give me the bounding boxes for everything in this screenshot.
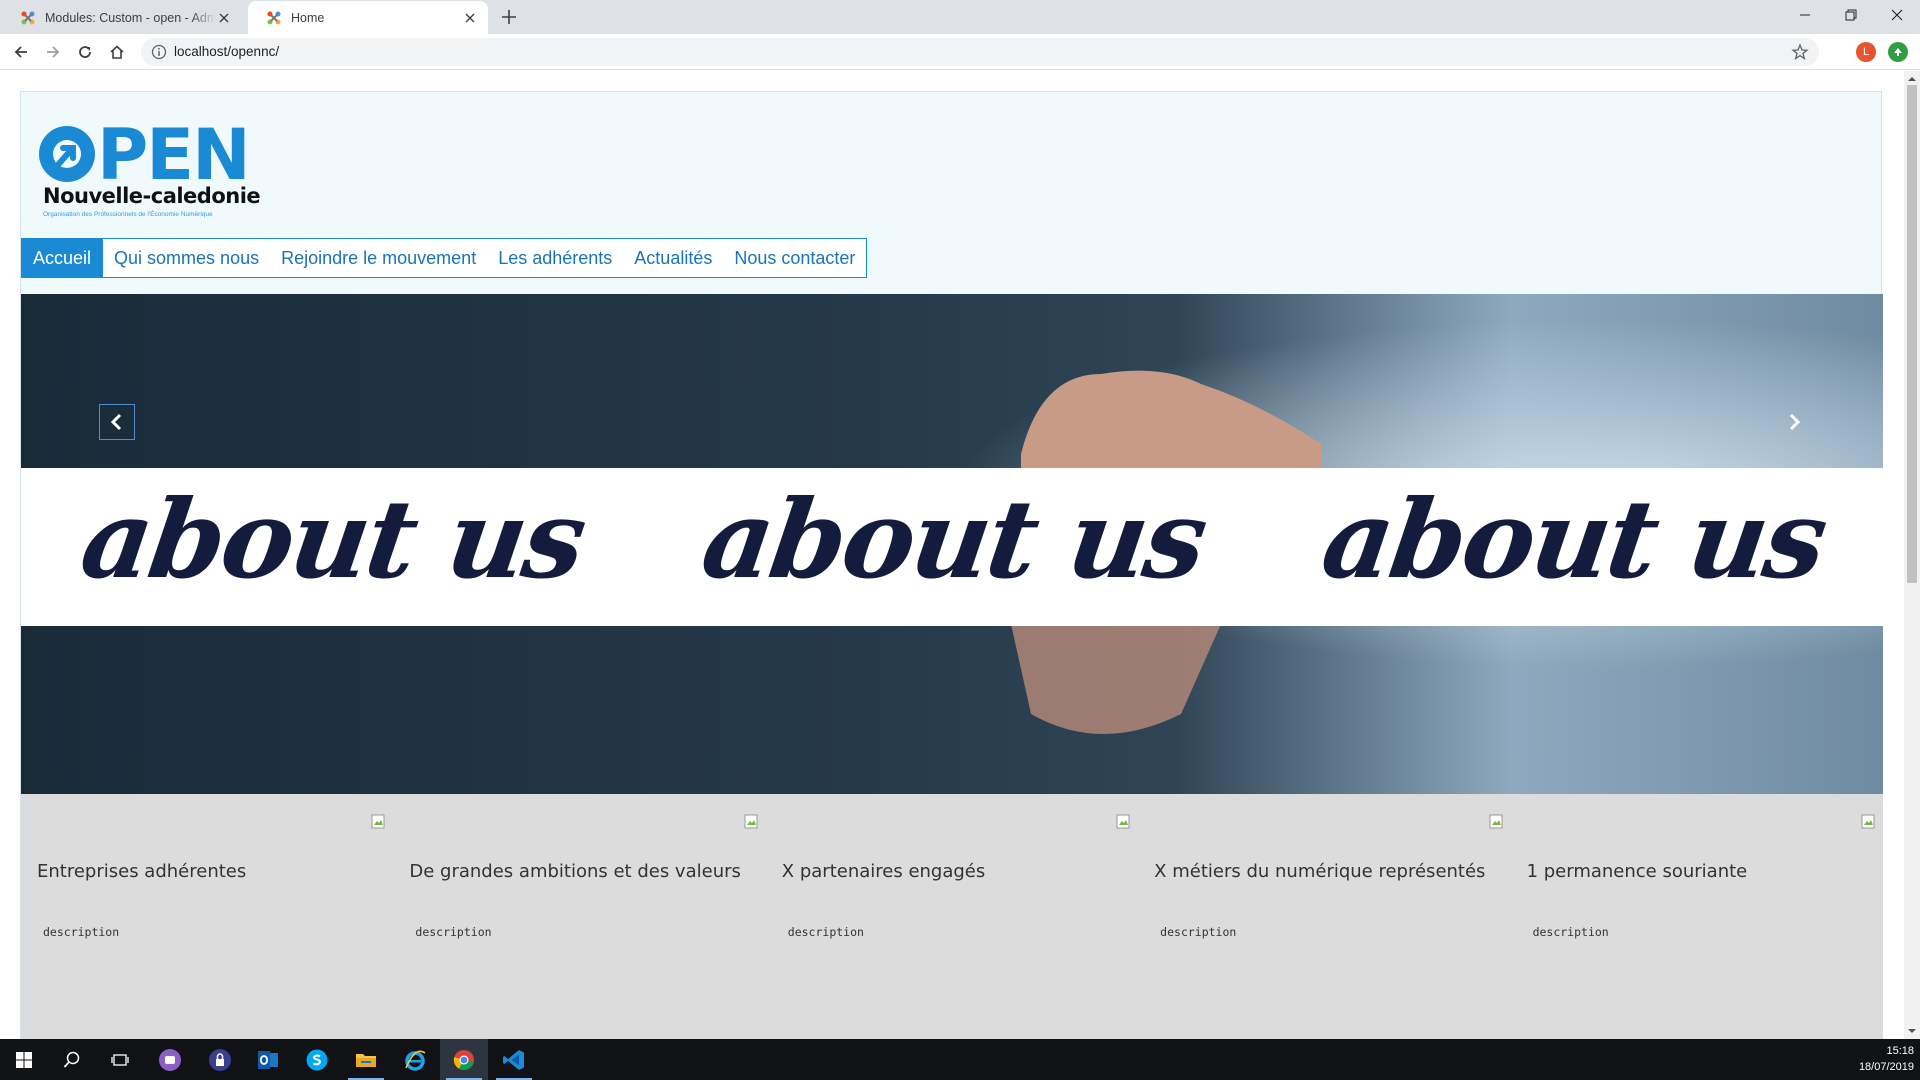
feature-block: 1 permanence souriante description [1511,794,1883,1039]
scroll-down-icon[interactable] [1908,1027,1916,1035]
forward-icon[interactable] [43,42,63,62]
banner-text: about us [74,477,591,603]
logo-wordmark: PEN [97,114,251,196]
home-icon[interactable] [107,42,127,62]
scroll-up-icon[interactable] [1908,75,1916,83]
page-scrollbar[interactable] [1904,71,1920,1039]
search-icon[interactable] [48,1039,96,1080]
url-text: localhost/opennc/ [174,44,280,59]
browser-tab-home[interactable]: Home [248,1,488,34]
logo-tagline: Organisation des Professionnels de l'Éco… [43,211,213,218]
feature-block: De grandes ambitions et des valeurs desc… [393,794,765,1039]
feature-block: Entreprises adhérentes description [21,794,393,1039]
profile-avatar[interactable]: L [1856,42,1876,62]
close-icon[interactable] [216,10,232,26]
task-view-icon[interactable] [96,1039,144,1080]
carousel-prev-button[interactable] [99,404,135,440]
banner-text: about us [1315,477,1832,603]
reload-icon[interactable] [75,42,95,62]
carousel-next-button[interactable] [1776,404,1812,440]
window-close-icon[interactable] [1874,0,1920,30]
feature-title: X métiers du numérique représentés [1154,861,1486,882]
restore-icon[interactable] [1828,0,1874,30]
nav-item-contact[interactable]: Nous contacter [723,239,866,277]
feature-description: description [787,925,864,939]
internet-explorer-icon[interactable] [391,1039,439,1080]
tab-title: Home [291,10,325,25]
feature-description: description [43,925,120,939]
broken-image-icon [1861,814,1875,829]
scrollbar-thumb[interactable] [1907,85,1917,583]
nav-item-qui-sommes-nous[interactable]: Qui sommes nous [103,239,270,277]
skype-icon[interactable] [293,1039,341,1080]
extension-icon[interactable] [1888,42,1908,62]
clock-time: 15:18 [1886,1045,1914,1057]
about-us-banner: about us about us about us [21,468,1883,626]
broken-image-icon [1116,814,1130,829]
nav-item-actualites[interactable]: Actualités [623,239,723,277]
feature-title: Entreprises adhérentes [37,861,247,882]
chevron-right-icon [1789,413,1801,431]
browser-toolbar: localhost/opennc/ L [0,34,1920,70]
outlook-icon[interactable] [244,1039,292,1080]
nav-item-accueil[interactable]: Accueil [21,239,104,277]
nav-item-rejoindre[interactable]: Rejoindre le mouvement [270,239,487,277]
feature-block: X partenaires engagés description [766,794,1138,1039]
feature-title: 1 permanence souriante [1526,861,1748,882]
chevron-left-icon [110,413,122,431]
feature-description: description [1532,925,1609,939]
windows-start-icon[interactable] [0,1039,48,1080]
feature-title: De grandes ambitions et des valeurs [409,861,741,882]
minimize-icon[interactable] [1782,0,1828,30]
browser-tab-strip: Modules: Custom - open - Administration … [0,0,1920,34]
feature-description: description [1160,925,1237,939]
vscode-icon[interactable] [490,1039,538,1080]
logo-subtitle: Nouvelle-caledonie [43,184,261,208]
broken-image-icon [371,814,385,829]
broken-image-icon [1489,814,1503,829]
windows-taskbar: 15:18 18/07/2019 [0,1039,1920,1080]
clock-date: 18/07/2019 [1858,1061,1914,1073]
page-viewport: PEN Nouvelle-caledonie Organisation des … [0,71,1904,1039]
back-icon[interactable] [11,42,31,62]
address-bar[interactable]: localhost/opennc/ [141,38,1819,66]
chrome-icon[interactable] [440,1039,488,1080]
nav-item-adherents[interactable]: Les adhérents [487,239,623,277]
features-section: Entreprises adhérentes description De gr… [21,794,1883,1039]
main-nav: Accueil Qui sommes nous Rejoindre le mou… [21,238,868,278]
site-container: PEN Nouvelle-caledonie Organisation des … [20,91,1883,1039]
bookmark-star-icon[interactable] [1791,43,1809,61]
taskbar-clock[interactable]: 15:18 18/07/2019 [1834,1043,1914,1075]
broken-image-icon [744,814,758,829]
joomla-icon [21,11,35,24]
joomla-icon [267,11,281,24]
browser-tab-admin[interactable]: Modules: Custom - open - Administration [2,1,242,34]
hero-carousel: about us about us about us [21,294,1883,794]
profile-initial: L [1862,46,1870,58]
file-explorer-icon[interactable] [342,1039,390,1080]
tab-title: Modules: Custom - open - Administration [45,10,216,25]
purple-app-icon[interactable] [146,1039,194,1080]
feature-title: X partenaires engagés [781,861,986,882]
site-logo[interactable]: PEN Nouvelle-caledonie Organisation des … [37,114,277,218]
feature-block: X métiers du numérique représentés descr… [1138,794,1510,1039]
lock-app-icon[interactable] [196,1039,244,1080]
banner-text: about us [694,477,1212,603]
feature-description: description [415,925,492,939]
info-icon[interactable] [151,44,167,60]
close-icon[interactable] [462,10,478,26]
new-tab-icon[interactable] [499,7,519,27]
